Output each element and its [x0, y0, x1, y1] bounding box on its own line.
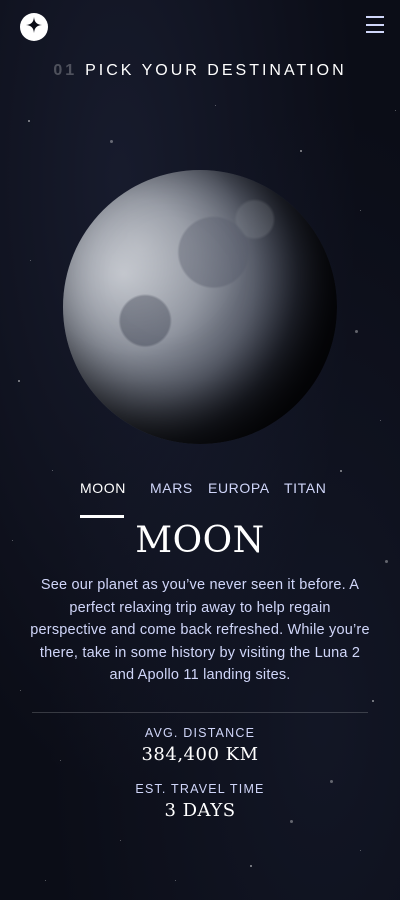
page-number: 01 [53, 62, 78, 79]
travel-time-label: EST. TRAVEL TIME [135, 782, 265, 796]
destination-name: MOON [135, 520, 265, 561]
tab-moon[interactable]: MOON [80, 470, 125, 518]
menu-line [366, 16, 384, 18]
tab-mars[interactable]: MARS [150, 470, 192, 518]
menu-line [366, 31, 384, 33]
hamburger-menu-icon[interactable] [366, 16, 384, 33]
page-title-text: PICK YOUR DESTINATION [85, 62, 347, 79]
destination-description: See our planet as you’ve never seen it b… [30, 577, 370, 683]
avg-distance-value: 384,400 KM [141, 744, 259, 765]
page-title: 01 PICK YOUR DESTINATION [0, 62, 400, 80]
moon-image [63, 170, 337, 444]
space-background [0, 0, 400, 900]
avg-distance-label: AVG. DISTANCE [144, 726, 256, 740]
tab-europa[interactable]: EUROPA [208, 470, 269, 518]
logo[interactable] [20, 13, 48, 41]
tab-titan[interactable]: TITAN [284, 470, 326, 518]
star-logo-icon [26, 17, 42, 37]
divider [32, 712, 368, 713]
destination-tabs: MOON MARS EUROPA TITAN [0, 470, 400, 518]
menu-line [366, 23, 384, 26]
travel-time-value: 3 DAYS [164, 800, 236, 821]
